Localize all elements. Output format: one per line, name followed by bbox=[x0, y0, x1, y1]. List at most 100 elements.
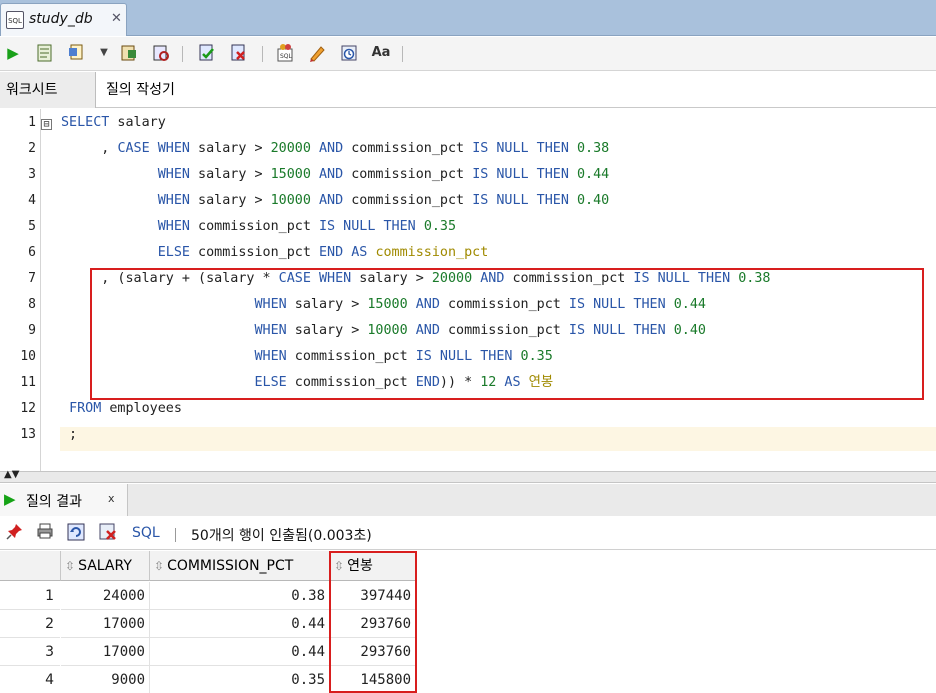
table-cell[interactable]: 9000 bbox=[61, 666, 150, 693]
code-token: 10000 bbox=[270, 193, 311, 208]
results-toolbar: SQL 50개의 행이 인출됨(0.003초) bbox=[0, 517, 936, 550]
document-tabstrip: SQL study_db ✕ bbox=[0, 0, 936, 36]
autotrace-icon[interactable] bbox=[118, 42, 140, 64]
document-tab-title: study_db bbox=[29, 11, 93, 27]
table-cell[interactable]: 17000 bbox=[61, 638, 150, 666]
run-statement-icon[interactable]: ▶ bbox=[2, 42, 24, 64]
unshared-worksheet-icon[interactable]: SQL bbox=[274, 42, 296, 64]
refresh-icon[interactable] bbox=[66, 522, 86, 548]
dropdown-arrow-icon[interactable]: ▼ bbox=[93, 42, 115, 64]
document-tab-study-db[interactable]: SQL study_db ✕ bbox=[0, 3, 127, 36]
clear-icon[interactable] bbox=[306, 42, 328, 64]
commit-icon[interactable] bbox=[196, 42, 218, 64]
close-icon[interactable]: x bbox=[108, 492, 115, 505]
sql-tuning-icon[interactable] bbox=[150, 42, 172, 64]
format-case-icon[interactable]: Aa bbox=[370, 42, 392, 64]
code-line: SELECT salary bbox=[61, 113, 166, 133]
tab-worksheet[interactable]: 워크시트 bbox=[0, 72, 96, 108]
panel-splitter[interactable]: ▲▼ bbox=[0, 469, 936, 483]
code-token: IS NULL THEN bbox=[472, 141, 569, 156]
table-cell[interactable]: 0.38 bbox=[150, 582, 330, 610]
code-line: ELSE commission_pct END AS commission_pc… bbox=[61, 243, 489, 263]
code-line: WHEN commission_pct IS NULL THEN 0.35 bbox=[61, 217, 456, 237]
tab-query-result[interactable]: ▶ 질의 결과 x bbox=[0, 484, 128, 516]
code-token: ELSE bbox=[157, 245, 190, 260]
sort-icon[interactable]: ⇳ bbox=[154, 559, 164, 573]
code-token: IS NULL THEN bbox=[472, 167, 569, 182]
column-header-salary[interactable]: ⇳ SALARY bbox=[61, 551, 150, 581]
line-number: 12 bbox=[20, 401, 36, 416]
code-token: IS NULL THEN bbox=[472, 193, 569, 208]
table-cell[interactable]: 0.35 bbox=[150, 666, 330, 693]
run-result-icon: ▶ bbox=[4, 490, 16, 508]
results-grid: ⇳ SALARY ⇳ COMMISSION_PCT ⇳ 연봉 1 24000 0.38 39… bbox=[0, 551, 936, 693]
sql-editor[interactable]: 1 2 3 4 5 6 7 8 9 10 11 12 13 ⊟ SELECT salary , CASE… bbox=[0, 109, 936, 471]
code-token: commission_pct bbox=[343, 167, 473, 182]
code-token: ; bbox=[61, 427, 78, 442]
code-token: 0.35 bbox=[423, 219, 457, 234]
grid-corner bbox=[0, 551, 61, 581]
code-token: FROM bbox=[69, 401, 102, 416]
print-icon[interactable] bbox=[36, 522, 54, 546]
toolbar-separator bbox=[402, 46, 403, 62]
code-token: WHEN bbox=[157, 219, 190, 234]
worksheet-toolbar: ▶ ▼ SQL Aa bbox=[0, 37, 936, 71]
code-line: WHEN salary > 15000 AND commission_pct I… bbox=[61, 165, 610, 185]
code-token: salary bbox=[109, 115, 166, 130]
run-script-icon[interactable] bbox=[34, 42, 56, 64]
code-token: SELECT bbox=[61, 115, 110, 130]
code-token: employees bbox=[101, 401, 182, 416]
code-line: FROM employees bbox=[61, 399, 182, 419]
annotation-highlight-box bbox=[90, 268, 924, 400]
row-number: 1 bbox=[0, 582, 60, 610]
toolbar-separator bbox=[262, 46, 263, 62]
row-number: 3 bbox=[0, 638, 60, 666]
row-number: 2 bbox=[0, 610, 60, 638]
code-token: WHEN bbox=[157, 193, 190, 208]
close-icon[interactable]: ✕ bbox=[111, 11, 122, 26]
sql-delete-icon[interactable] bbox=[98, 522, 118, 548]
current-line-highlight bbox=[60, 427, 936, 451]
code-token: commission_pct bbox=[375, 245, 489, 260]
splitter-arrows-icon[interactable]: ▲▼ bbox=[4, 469, 19, 480]
code-token: AND bbox=[319, 193, 344, 208]
results-tabbar: ▶ 질의 결과 x bbox=[0, 484, 936, 516]
tab-query-builder[interactable]: 질의 작성기 bbox=[100, 72, 181, 108]
code-token: CASE WHEN bbox=[117, 141, 190, 156]
line-number: 2 bbox=[28, 141, 36, 156]
code-token: salary > bbox=[190, 141, 271, 156]
code-token: WHEN bbox=[157, 167, 190, 182]
explain-plan-icon[interactable] bbox=[66, 42, 88, 64]
table-cell[interactable]: 0.44 bbox=[150, 638, 330, 666]
code-token: , bbox=[61, 141, 118, 156]
column-header-commission-pct[interactable]: ⇳ COMMISSION_PCT bbox=[150, 551, 330, 581]
history-icon[interactable] bbox=[338, 42, 360, 64]
code-token: 20000 bbox=[270, 141, 311, 156]
table-cell[interactable]: 17000 bbox=[61, 610, 150, 638]
code-line: WHEN salary > 10000 AND commission_pct I… bbox=[61, 191, 610, 211]
svg-text:SQL: SQL bbox=[280, 53, 293, 60]
column-header-label: SALARY bbox=[78, 558, 132, 574]
gutter-divider bbox=[40, 109, 41, 471]
table-cell[interactable]: 24000 bbox=[61, 582, 150, 610]
code-token: salary > bbox=[190, 193, 271, 208]
rollback-icon[interactable] bbox=[228, 42, 250, 64]
fold-collapse-icon[interactable]: ⊟ bbox=[41, 119, 52, 130]
code-token: END AS bbox=[319, 245, 368, 260]
table-cell[interactable]: 0.44 bbox=[150, 610, 330, 638]
code-token: AND bbox=[319, 167, 344, 182]
fetch-status-text: 50개의 행이 인출됨(0.003초) bbox=[191, 528, 372, 544]
sql-link[interactable]: SQL bbox=[132, 525, 160, 541]
sql-worksheet-icon: SQL bbox=[6, 11, 24, 29]
sort-icon[interactable]: ⇳ bbox=[65, 559, 75, 573]
line-number: 3 bbox=[28, 167, 36, 182]
pin-icon[interactable] bbox=[6, 522, 24, 546]
annotation-highlight-box bbox=[329, 551, 417, 693]
